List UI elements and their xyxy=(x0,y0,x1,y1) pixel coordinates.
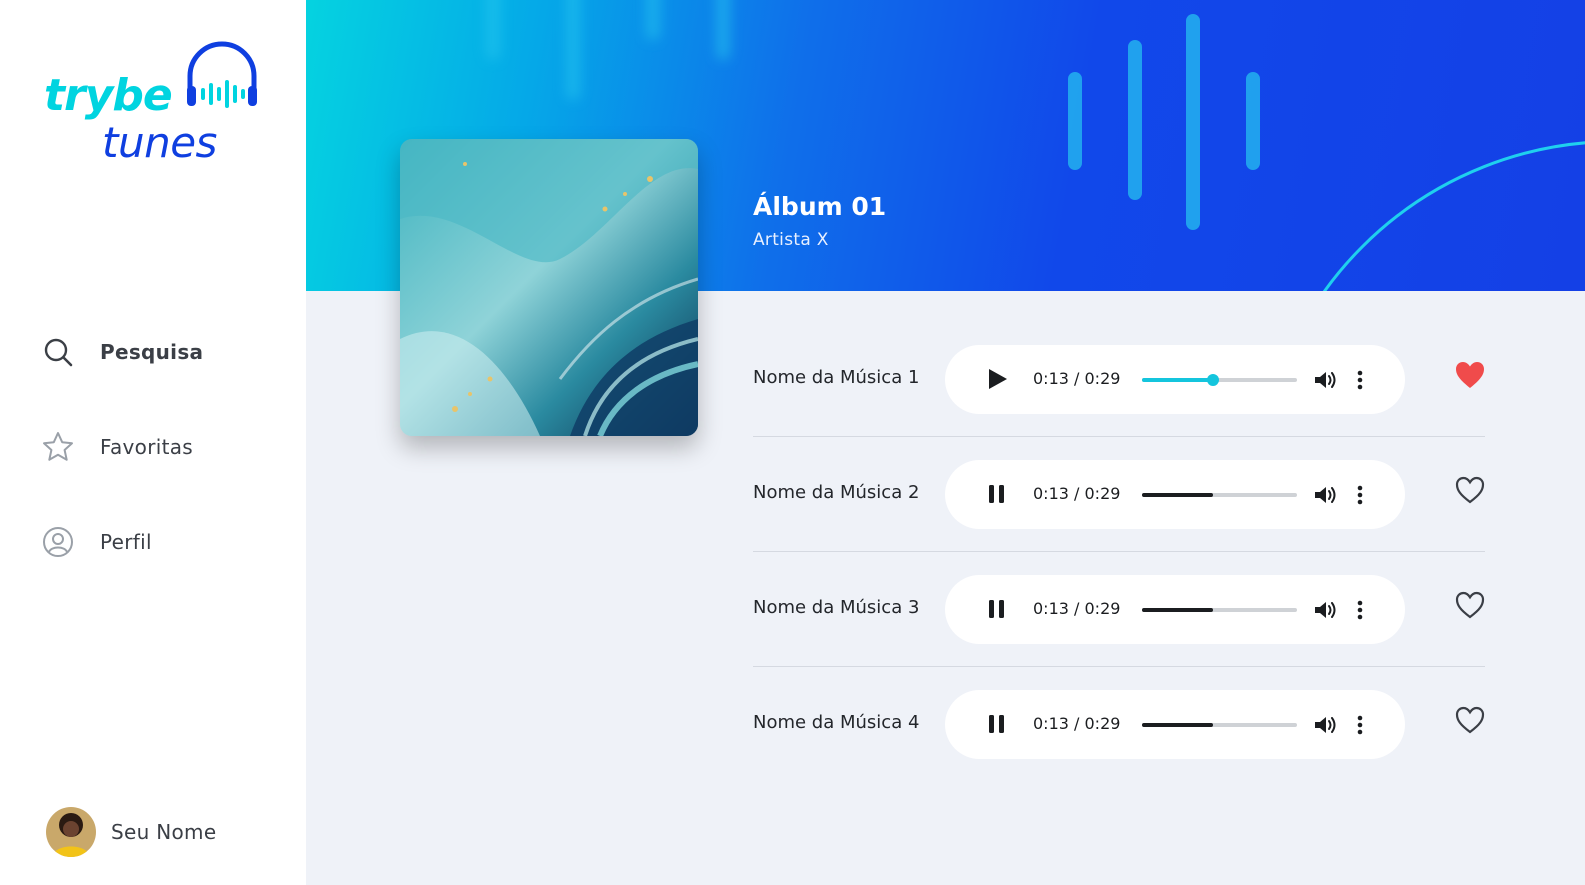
sidebar-item-pesquisa[interactable]: Pesquisa xyxy=(42,332,203,372)
decorative-arc xyxy=(1256,140,1585,291)
track-time: 0:13 / 0:29 xyxy=(1033,599,1121,618)
progress-bar[interactable] xyxy=(1142,723,1297,727)
decorative-bar xyxy=(1128,40,1142,200)
more-options-icon[interactable] xyxy=(1353,599,1367,621)
track-name: Nome da Música 3 xyxy=(753,597,920,618)
progress-bar[interactable] xyxy=(1142,374,1297,386)
track-row: Nome da Música 2 0:13 / 0:29 xyxy=(753,460,1485,575)
track-row: Nome da Música 3 0:13 / 0:29 xyxy=(753,575,1485,690)
heart-outline-icon[interactable] xyxy=(1454,705,1486,735)
volume-icon[interactable] xyxy=(1313,369,1337,391)
audio-player: 0:13 / 0:29 xyxy=(945,575,1405,644)
logo[interactable]: trybe tunes xyxy=(44,40,274,170)
track-row: Nome da Música 4 0:13 / 0:29 xyxy=(753,690,1485,805)
decorative-bar xyxy=(486,0,500,60)
progress-fill xyxy=(1142,723,1214,727)
decorative-bar xyxy=(1186,14,1200,230)
heart-filled-icon[interactable] xyxy=(1454,360,1486,390)
avatar xyxy=(46,807,96,857)
play-icon[interactable] xyxy=(985,367,1009,391)
track-name: Nome da Música 4 xyxy=(753,712,920,733)
sidebar-item-favoritas[interactable]: Favoritas xyxy=(42,427,203,467)
pause-icon[interactable] xyxy=(985,482,1009,506)
divider xyxy=(753,436,1485,437)
decorative-bar xyxy=(566,0,580,100)
more-options-icon[interactable] xyxy=(1353,369,1367,391)
more-options-icon[interactable] xyxy=(1353,484,1367,506)
star-icon xyxy=(43,432,73,461)
search-icon xyxy=(44,338,73,367)
progress-bar[interactable] xyxy=(1142,608,1297,612)
logo-trybe: trybe xyxy=(44,70,173,121)
sidebar-nav: Pesquisa Favoritas Perfil xyxy=(42,332,203,617)
heart-outline-icon[interactable] xyxy=(1454,590,1486,620)
more-options-icon[interactable] xyxy=(1353,714,1367,736)
progress-knob[interactable] xyxy=(1207,374,1220,386)
track-time: 0:13 / 0:29 xyxy=(1033,714,1121,733)
sidebar-item-perfil[interactable]: Perfil xyxy=(42,522,203,562)
divider xyxy=(753,666,1485,667)
progress-fill xyxy=(1142,608,1214,612)
audio-player: 0:13 / 0:29 xyxy=(945,690,1405,759)
sidebar-item-label: Pesquisa xyxy=(100,340,204,364)
progress-fill xyxy=(1142,493,1214,497)
audio-player: 0:13 / 0:29 xyxy=(945,460,1405,529)
decorative-bar xyxy=(646,0,660,40)
decorative-bar xyxy=(716,0,730,60)
track-time: 0:13 / 0:29 xyxy=(1033,484,1121,503)
track-row: Nome da Música 1 0:13 / 0:29 xyxy=(753,345,1485,460)
album-title: Álbum 01 xyxy=(753,192,887,221)
user-name: Seu Nome xyxy=(111,820,217,844)
progress-fill xyxy=(1142,378,1214,382)
audio-player: 0:13 / 0:29 xyxy=(945,345,1405,414)
decorative-bar xyxy=(1246,72,1260,170)
user-circle-icon xyxy=(43,527,73,557)
volume-icon[interactable] xyxy=(1313,599,1337,621)
album-cover xyxy=(400,139,698,436)
divider xyxy=(753,551,1485,552)
logo-tunes: tunes xyxy=(102,118,217,167)
sidebar-item-label: Perfil xyxy=(100,530,152,554)
volume-icon[interactable] xyxy=(1313,714,1337,736)
pause-icon[interactable] xyxy=(985,597,1009,621)
track-list: Nome da Música 1 0:13 / 0:29 Nome da Mús… xyxy=(753,345,1485,805)
heart-outline-icon[interactable] xyxy=(1454,475,1486,505)
album-artist[interactable]: Artista X xyxy=(753,230,829,250)
user-profile[interactable]: Seu Nome xyxy=(46,807,216,857)
volume-icon[interactable] xyxy=(1313,484,1337,506)
headphones-icon xyxy=(187,41,257,108)
track-name: Nome da Música 1 xyxy=(753,367,920,388)
decorative-bar xyxy=(1068,72,1082,170)
pause-icon[interactable] xyxy=(985,712,1009,736)
sidebar: trybe tunes Pesquisa Favoritas Perfil Se… xyxy=(0,0,306,885)
progress-bar[interactable] xyxy=(1142,493,1297,497)
track-name: Nome da Música 2 xyxy=(753,482,920,503)
track-time: 0:13 / 0:29 xyxy=(1033,369,1121,388)
sidebar-item-label: Favoritas xyxy=(100,435,193,459)
